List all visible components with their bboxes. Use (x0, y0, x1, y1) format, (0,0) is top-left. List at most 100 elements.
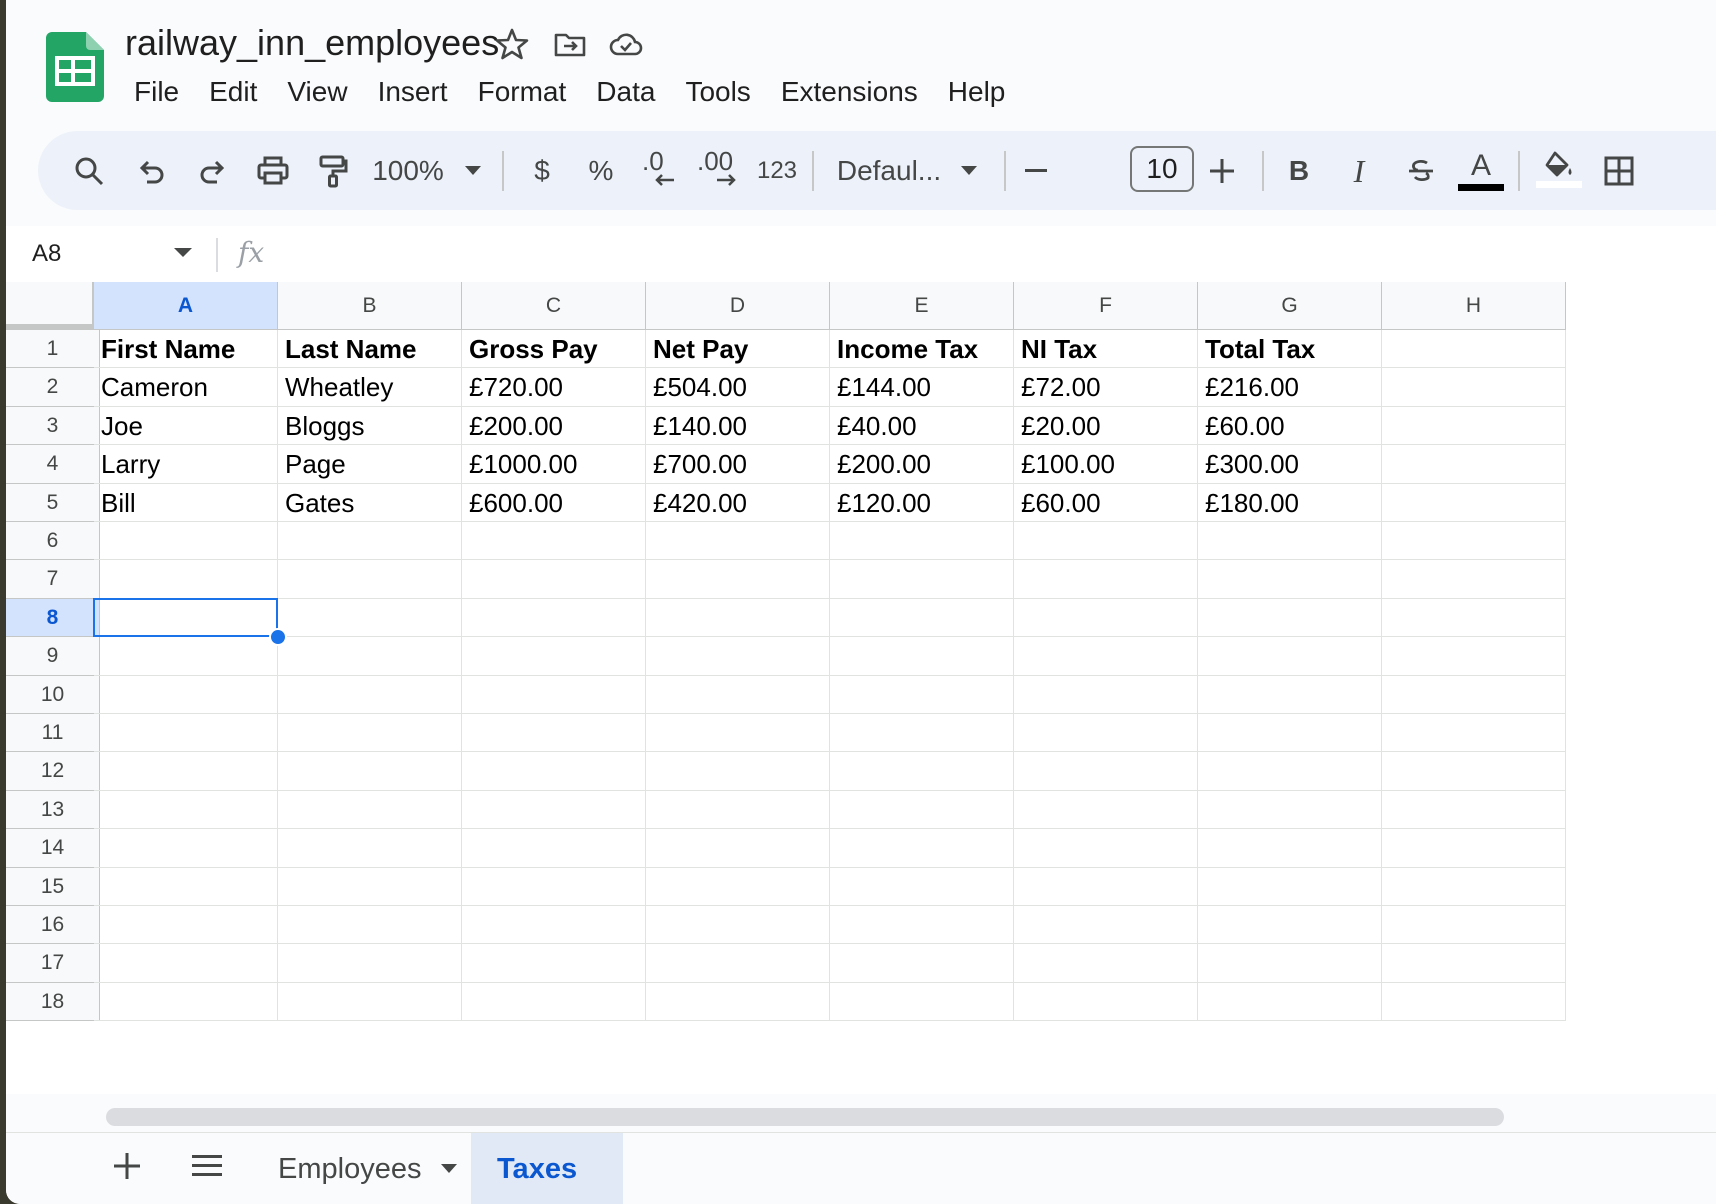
select-all-corner[interactable] (6, 282, 100, 330)
cell-a2[interactable]: Cameron (94, 368, 278, 407)
cell-e18[interactable] (830, 982, 1014, 1022)
cell-f10[interactable] (1014, 675, 1198, 714)
font-family-select[interactable]: Defaul... (834, 143, 944, 199)
column-header-g[interactable]: G (1198, 282, 1382, 330)
cell-e10[interactable] (830, 675, 1014, 714)
cell-g12[interactable] (1198, 752, 1382, 791)
cell-b7[interactable] (278, 560, 462, 599)
row-header-4[interactable]: 4 (6, 445, 100, 484)
cell-d13[interactable] (646, 790, 830, 830)
cell-e15[interactable] (830, 867, 1014, 906)
cell-b16[interactable] (278, 906, 462, 945)
cell-d1[interactable]: Net Pay (646, 330, 830, 369)
cell-e1[interactable]: Income Tax (830, 330, 1014, 369)
cell-e11[interactable] (830, 714, 1014, 753)
menu-extensions[interactable]: Extensions (767, 72, 934, 112)
cell-f12[interactable] (1014, 752, 1198, 791)
cell-a7[interactable] (94, 560, 278, 599)
row-header-13[interactable]: 13 (6, 790, 100, 830)
sheets-logo-icon[interactable] (46, 32, 104, 102)
bold-button[interactable]: B (1276, 143, 1322, 199)
row-header-6[interactable]: 6 (6, 522, 100, 561)
currency-format-button[interactable]: $ (522, 143, 562, 199)
cell-c14[interactable] (462, 829, 646, 868)
cell-g9[interactable] (1198, 637, 1382, 676)
row-header-17[interactable]: 17 (6, 944, 100, 983)
cell-e12[interactable] (830, 752, 1014, 791)
italic-button[interactable]: I (1336, 143, 1382, 199)
cell-c8[interactable] (462, 598, 646, 638)
cell-d2[interactable]: £504.00 (646, 368, 830, 407)
cell-b17[interactable] (278, 944, 462, 983)
row-header-7[interactable]: 7 (6, 560, 100, 599)
cell-b8[interactable] (278, 598, 462, 638)
row-header-12[interactable]: 12 (6, 752, 100, 791)
cell-f15[interactable] (1014, 867, 1198, 906)
cell-d7[interactable] (646, 560, 830, 599)
menu-edit[interactable]: Edit (195, 72, 273, 112)
cell-g13[interactable] (1198, 790, 1382, 830)
sheet-tab-employees[interactable]: Employees (252, 1133, 483, 1204)
cell-a1[interactable]: First Name (94, 330, 278, 369)
cell-h11[interactable] (1382, 714, 1566, 753)
cell-d9[interactable] (646, 637, 830, 676)
cell-a16[interactable] (94, 906, 278, 945)
cell-f14[interactable] (1014, 829, 1198, 868)
cell-b9[interactable] (278, 637, 462, 676)
row-header-18[interactable]: 18 (6, 982, 100, 1022)
cell-h10[interactable] (1382, 675, 1566, 714)
menu-file[interactable]: File (120, 72, 195, 112)
row-header-16[interactable]: 16 (6, 906, 100, 945)
cell-g14[interactable] (1198, 829, 1382, 868)
cell-f1[interactable]: NI Tax (1014, 330, 1198, 369)
cell-a10[interactable] (94, 675, 278, 714)
search-menus-button[interactable] (64, 143, 114, 199)
cell-e8[interactable] (830, 598, 1014, 638)
star-icon[interactable] (494, 26, 530, 62)
menu-format[interactable]: Format (464, 72, 583, 112)
cell-g7[interactable] (1198, 560, 1382, 599)
row-header-1[interactable]: 1 (6, 330, 100, 369)
cell-c4[interactable]: £1000.00 (462, 445, 646, 484)
cell-a14[interactable] (94, 829, 278, 868)
horizontal-scrollbar[interactable] (106, 1108, 1504, 1126)
row-header-3[interactable]: 3 (6, 406, 100, 446)
column-header-h[interactable]: H (1382, 282, 1566, 330)
menu-help[interactable]: Help (934, 72, 1022, 112)
paint-format-button[interactable] (308, 143, 358, 199)
cell-g5[interactable]: £180.00 (1198, 483, 1382, 522)
cell-d16[interactable] (646, 906, 830, 945)
cell-a12[interactable] (94, 752, 278, 791)
cell-e17[interactable] (830, 944, 1014, 983)
cell-b14[interactable] (278, 829, 462, 868)
formula-input[interactable] (286, 234, 1686, 274)
column-header-f[interactable]: F (1014, 282, 1198, 330)
cell-f16[interactable] (1014, 906, 1198, 945)
cell-g18[interactable] (1198, 982, 1382, 1022)
cell-h14[interactable] (1382, 829, 1566, 868)
cell-b18[interactable] (278, 982, 462, 1022)
cell-f2[interactable]: £72.00 (1014, 368, 1198, 407)
font-size-input[interactable]: 10 (1130, 146, 1194, 192)
cell-f3[interactable]: £20.00 (1014, 406, 1198, 446)
cell-d6[interactable] (646, 522, 830, 561)
decrease-decimal-button[interactable]: .0 (636, 140, 688, 196)
cell-d12[interactable] (646, 752, 830, 791)
cell-h17[interactable] (1382, 944, 1566, 983)
cell-a9[interactable] (94, 637, 278, 676)
undo-button[interactable] (126, 143, 176, 199)
cell-h2[interactable] (1382, 368, 1566, 407)
row-header-5[interactable]: 5 (6, 483, 100, 522)
cell-h4[interactable] (1382, 445, 1566, 484)
move-folder-icon[interactable] (552, 26, 588, 62)
cell-f13[interactable] (1014, 790, 1198, 830)
sheet-tab-taxes[interactable]: Taxes (471, 1133, 623, 1204)
more-formats-button[interactable]: 123 (754, 143, 800, 199)
row-header-11[interactable]: 11 (6, 714, 100, 753)
increase-decimal-button[interactable]: .00 (694, 140, 750, 196)
cell-b10[interactable] (278, 675, 462, 714)
cell-h9[interactable] (1382, 637, 1566, 676)
row-header-2[interactable]: 2 (6, 368, 100, 407)
cell-e5[interactable]: £120.00 (830, 483, 1014, 522)
cell-a18[interactable] (94, 982, 278, 1022)
